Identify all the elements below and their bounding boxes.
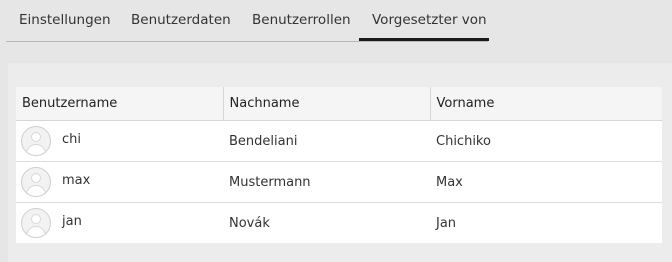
user-avatar-icon bbox=[21, 167, 51, 197]
table-row[interactable]: jan Novák Jan bbox=[16, 203, 662, 244]
firstname-cell: Max bbox=[430, 161, 662, 203]
subordinates-table: Benutzername Nachname Vorname chi Bendel… bbox=[16, 87, 662, 243]
table-row[interactable]: chi Bendeliani Chichiko bbox=[16, 120, 662, 162]
user-avatar-icon bbox=[21, 208, 51, 238]
tab-vorgesetzter-von[interactable]: Vorgesetzter von bbox=[372, 12, 487, 28]
firstname-cell: Jan bbox=[436, 215, 457, 231]
column-header-vorname[interactable]: Vorname bbox=[430, 87, 662, 121]
lastname-cell: Mustermann bbox=[223, 161, 430, 203]
username-cell: chi bbox=[16, 120, 223, 162]
lastname-cell: Novák bbox=[229, 215, 270, 231]
column-header-benutzername[interactable]: Benutzername bbox=[16, 87, 224, 121]
tab-benutzerrollen[interactable]: Benutzerrollen bbox=[252, 12, 351, 28]
lastname-cell: Bendeliani bbox=[223, 120, 430, 162]
username: jan bbox=[62, 213, 82, 229]
username: max bbox=[62, 172, 91, 188]
content-panel: Benutzername Nachname Vorname chi Bendel… bbox=[8, 63, 672, 262]
table-header-row: Benutzername Nachname Vorname bbox=[16, 87, 662, 121]
tab-benutzerdaten[interactable]: Benutzerdaten bbox=[131, 12, 231, 28]
column-header-nachname[interactable]: Nachname bbox=[223, 87, 431, 121]
tab-bar: Einstellungen Benutzerdaten Benutzerroll… bbox=[6, 0, 489, 42]
table-row[interactable]: max Mustermann Max bbox=[16, 161, 662, 203]
active-tab-indicator bbox=[359, 38, 489, 41]
user-avatar-icon bbox=[21, 126, 51, 156]
username: chi bbox=[62, 131, 81, 147]
firstname-cell: Chichiko bbox=[430, 120, 662, 162]
tab-einstellungen[interactable]: Einstellungen bbox=[19, 12, 111, 28]
username-cell: jan bbox=[16, 203, 223, 244]
username-cell: max bbox=[16, 161, 223, 203]
